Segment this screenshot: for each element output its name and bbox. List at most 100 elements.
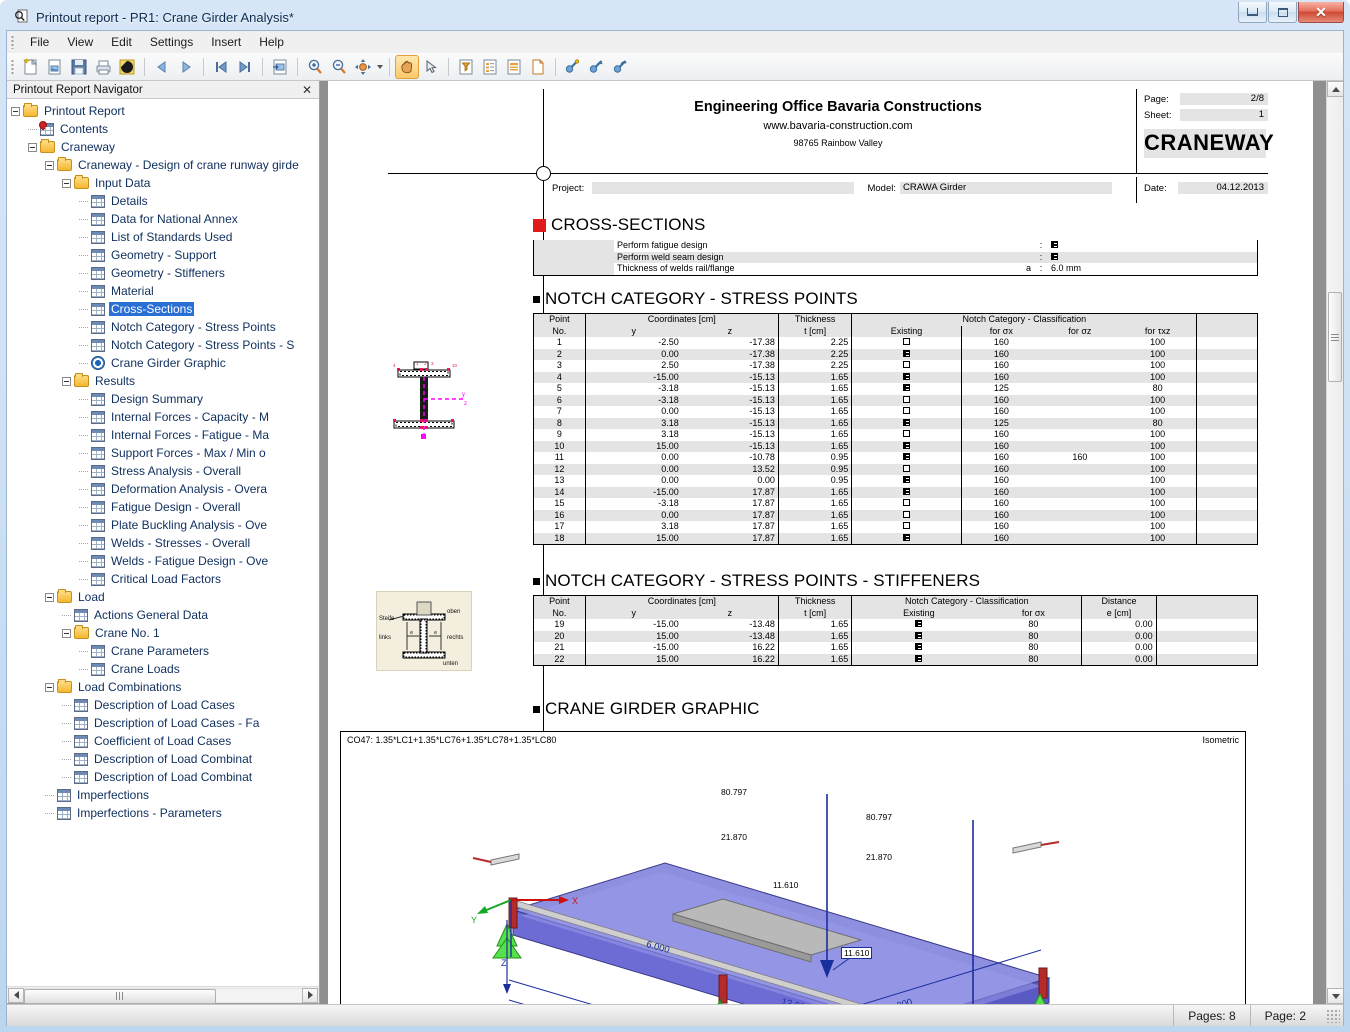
tree-item-notch-category-stress-points[interactable]: Notch Category - Stress Points bbox=[7, 318, 319, 336]
tree-item-critical-load-factors[interactable]: Critical Load Factors bbox=[7, 570, 319, 588]
cross-sections-row: Perform fatigue design: bbox=[534, 240, 1257, 252]
expander-collapse-icon[interactable] bbox=[11, 106, 20, 116]
pan-fit-dropdown-icon[interactable] bbox=[375, 56, 384, 78]
tree-item-input-data[interactable]: Input Data bbox=[7, 174, 319, 192]
menu-item-edit[interactable]: Edit bbox=[102, 33, 141, 51]
report-page: Engineering Office Bavaria Constructions… bbox=[328, 81, 1313, 1004]
tree-item-details[interactable]: Details bbox=[7, 192, 319, 210]
tree-item-crane-parameters[interactable]: Crane Parameters bbox=[7, 642, 319, 660]
table-head: Point Coordinates [cm] Thickness Notch C… bbox=[533, 595, 1258, 619]
scroll-up-button[interactable] bbox=[1327, 81, 1343, 97]
tree-item-craneway[interactable]: Craneway bbox=[7, 138, 319, 156]
tree-item-welds-stresses-overall[interactable]: Welds - Stresses - Overall bbox=[7, 534, 319, 552]
tree-item-crane-girder-graphic[interactable]: Crane Girder Graphic bbox=[7, 354, 319, 372]
tree-item-list-of-standards-used[interactable]: List of Standards Used bbox=[7, 228, 319, 246]
pan-fit-icon[interactable] bbox=[351, 55, 375, 79]
table-icon bbox=[91, 230, 105, 244]
unlock-icon[interactable] bbox=[609, 55, 633, 79]
tree-item-description-of-load-cases-fa[interactable]: Description of Load Cases - Fa bbox=[7, 714, 319, 732]
tree-item-fatigue-design-overall[interactable]: Fatigue Design - Overall bbox=[7, 498, 319, 516]
maximize-button[interactable] bbox=[1268, 2, 1297, 23]
scroll-track[interactable] bbox=[24, 987, 302, 1004]
filter-icon[interactable] bbox=[454, 55, 478, 79]
report-properties-icon[interactable] bbox=[478, 55, 502, 79]
tree-item-deformation-analysis-overa[interactable]: Deformation Analysis - Overa bbox=[7, 480, 319, 498]
tree-item-notch-category-stress-points-s[interactable]: Notch Category - Stress Points - S bbox=[7, 336, 319, 354]
last-page-icon[interactable] bbox=[233, 55, 257, 79]
zoom-in-icon[interactable] bbox=[303, 55, 327, 79]
open-report-icon[interactable] bbox=[43, 55, 67, 79]
tree-item-description-of-load-combinat[interactable]: Description of Load Combinat bbox=[7, 750, 319, 768]
link-settings-icon[interactable] bbox=[561, 55, 585, 79]
tree-item-printout-report[interactable]: Printout Report bbox=[7, 102, 319, 120]
tree-item-description-of-load-cases[interactable]: Description of Load Cases bbox=[7, 696, 319, 714]
resize-grip-icon[interactable] bbox=[1326, 1008, 1340, 1023]
print-icon[interactable] bbox=[91, 55, 115, 79]
th-for-sigma-z: for σz bbox=[1040, 325, 1119, 337]
blank-page-icon[interactable] bbox=[526, 55, 550, 79]
tree-item-crane-loads[interactable]: Crane Loads bbox=[7, 660, 319, 678]
hand-tool-icon[interactable] bbox=[395, 54, 419, 79]
tree-item-data-for-national-annex[interactable]: Data for National Annex bbox=[7, 210, 319, 228]
tree-item-imperfections[interactable]: Imperfections bbox=[7, 786, 319, 804]
tree-item-cross-sections[interactable]: Cross-Sections bbox=[7, 300, 319, 318]
select-arrow-icon[interactable] bbox=[419, 55, 443, 79]
page-setup-icon[interactable] bbox=[268, 55, 292, 79]
scroll-track[interactable] bbox=[1327, 97, 1343, 988]
scroll-left-button[interactable] bbox=[8, 987, 24, 1003]
navigator-tree-viewport[interactable]: Printout Report Contents Craneway Craneway … bbox=[7, 98, 319, 986]
expander-collapse-icon[interactable] bbox=[62, 628, 71, 638]
tree-item-material[interactable]: Material bbox=[7, 282, 319, 300]
expander-collapse-icon[interactable] bbox=[45, 160, 54, 170]
scroll-down-button[interactable] bbox=[1327, 988, 1343, 1004]
tree-item-crane-no-1[interactable]: Crane No. 1 bbox=[7, 624, 319, 642]
print-preview-icon[interactable] bbox=[115, 55, 139, 79]
menu-item-insert[interactable]: Insert bbox=[202, 33, 250, 51]
expander-collapse-icon[interactable] bbox=[45, 682, 54, 692]
tree-item-load[interactable]: Load bbox=[7, 588, 319, 606]
tree-item-actions-general-data[interactable]: Actions General Data bbox=[7, 606, 319, 624]
close-button[interactable]: ✕ bbox=[1298, 2, 1344, 23]
tree-item-load-combinations[interactable]: Load Combinations bbox=[7, 678, 319, 696]
expander-collapse-icon[interactable] bbox=[62, 376, 71, 386]
menu-item-help[interactable]: Help bbox=[250, 33, 293, 51]
first-page-icon[interactable] bbox=[209, 55, 233, 79]
tree-item-stress-analysis-overall[interactable]: Stress Analysis - Overall bbox=[7, 462, 319, 480]
menu-item-settings[interactable]: Settings bbox=[141, 33, 202, 51]
tree-item-welds-fatigue-design-ove[interactable]: Welds - Fatigue Design - Ove bbox=[7, 552, 319, 570]
navigator-horizontal-scrollbar[interactable] bbox=[7, 986, 319, 1004]
zoom-out-icon[interactable] bbox=[327, 55, 351, 79]
unlock-partial-icon[interactable] bbox=[585, 55, 609, 79]
expander-collapse-icon[interactable] bbox=[62, 178, 71, 188]
new-report-icon[interactable] bbox=[19, 55, 43, 79]
scroll-right-button[interactable] bbox=[302, 987, 318, 1003]
tree-item-geometry-support[interactable]: Geometry - Support bbox=[7, 246, 319, 264]
tree-item-craneway-design-of-crane-runway-girde[interactable]: Craneway - Design of crane runway girde bbox=[7, 156, 319, 174]
expander-collapse-icon[interactable] bbox=[45, 592, 54, 602]
scroll-thumb[interactable] bbox=[24, 988, 216, 1004]
tree-item-plate-buckling-analysis-ove[interactable]: Plate Buckling Analysis - Ove bbox=[7, 516, 319, 534]
tree-item-internal-forces-fatigue-ma[interactable]: Internal Forces - Fatigue - Ma bbox=[7, 426, 319, 444]
document-viewport[interactable]: Engineering Office Bavaria Constructions… bbox=[320, 81, 1326, 1004]
next-page-icon[interactable] bbox=[174, 55, 198, 79]
tree-item-design-summary[interactable]: Design Summary bbox=[7, 390, 319, 408]
scroll-thumb[interactable] bbox=[1328, 292, 1342, 382]
tree-item-support-forces-max-min-o[interactable]: Support Forces - Max / Min o bbox=[7, 444, 319, 462]
expander-collapse-icon[interactable] bbox=[28, 142, 37, 152]
close-icon[interactable]: ✕ bbox=[302, 83, 319, 97]
tree-item-geometry-stiffeners[interactable]: Geometry - Stiffeners bbox=[7, 264, 319, 282]
th-coordinates: Coordinates [cm] bbox=[585, 595, 779, 608]
tree-item-coefficient-of-load-cases[interactable]: Coefficient of Load Cases bbox=[7, 732, 319, 750]
tree-item-contents[interactable]: Contents bbox=[7, 118, 319, 138]
minimize-button[interactable] bbox=[1238, 2, 1267, 23]
document-vertical-scrollbar[interactable] bbox=[1326, 81, 1343, 1004]
menu-item-file[interactable]: File bbox=[21, 33, 58, 51]
tree-item-internal-forces-capacity-m[interactable]: Internal Forces - Capacity - M bbox=[7, 408, 319, 426]
tree-item-imperfections-parameters[interactable]: Imperfections - Parameters bbox=[7, 804, 319, 822]
menu-item-view[interactable]: View bbox=[58, 33, 102, 51]
save-icon[interactable] bbox=[67, 55, 91, 79]
tree-item-results[interactable]: Results bbox=[7, 372, 319, 390]
tree-item-description-of-load-combinat[interactable]: Description of Load Combinat bbox=[7, 768, 319, 786]
page-content-icon[interactable] bbox=[502, 55, 526, 79]
previous-page-icon[interactable] bbox=[150, 55, 174, 79]
